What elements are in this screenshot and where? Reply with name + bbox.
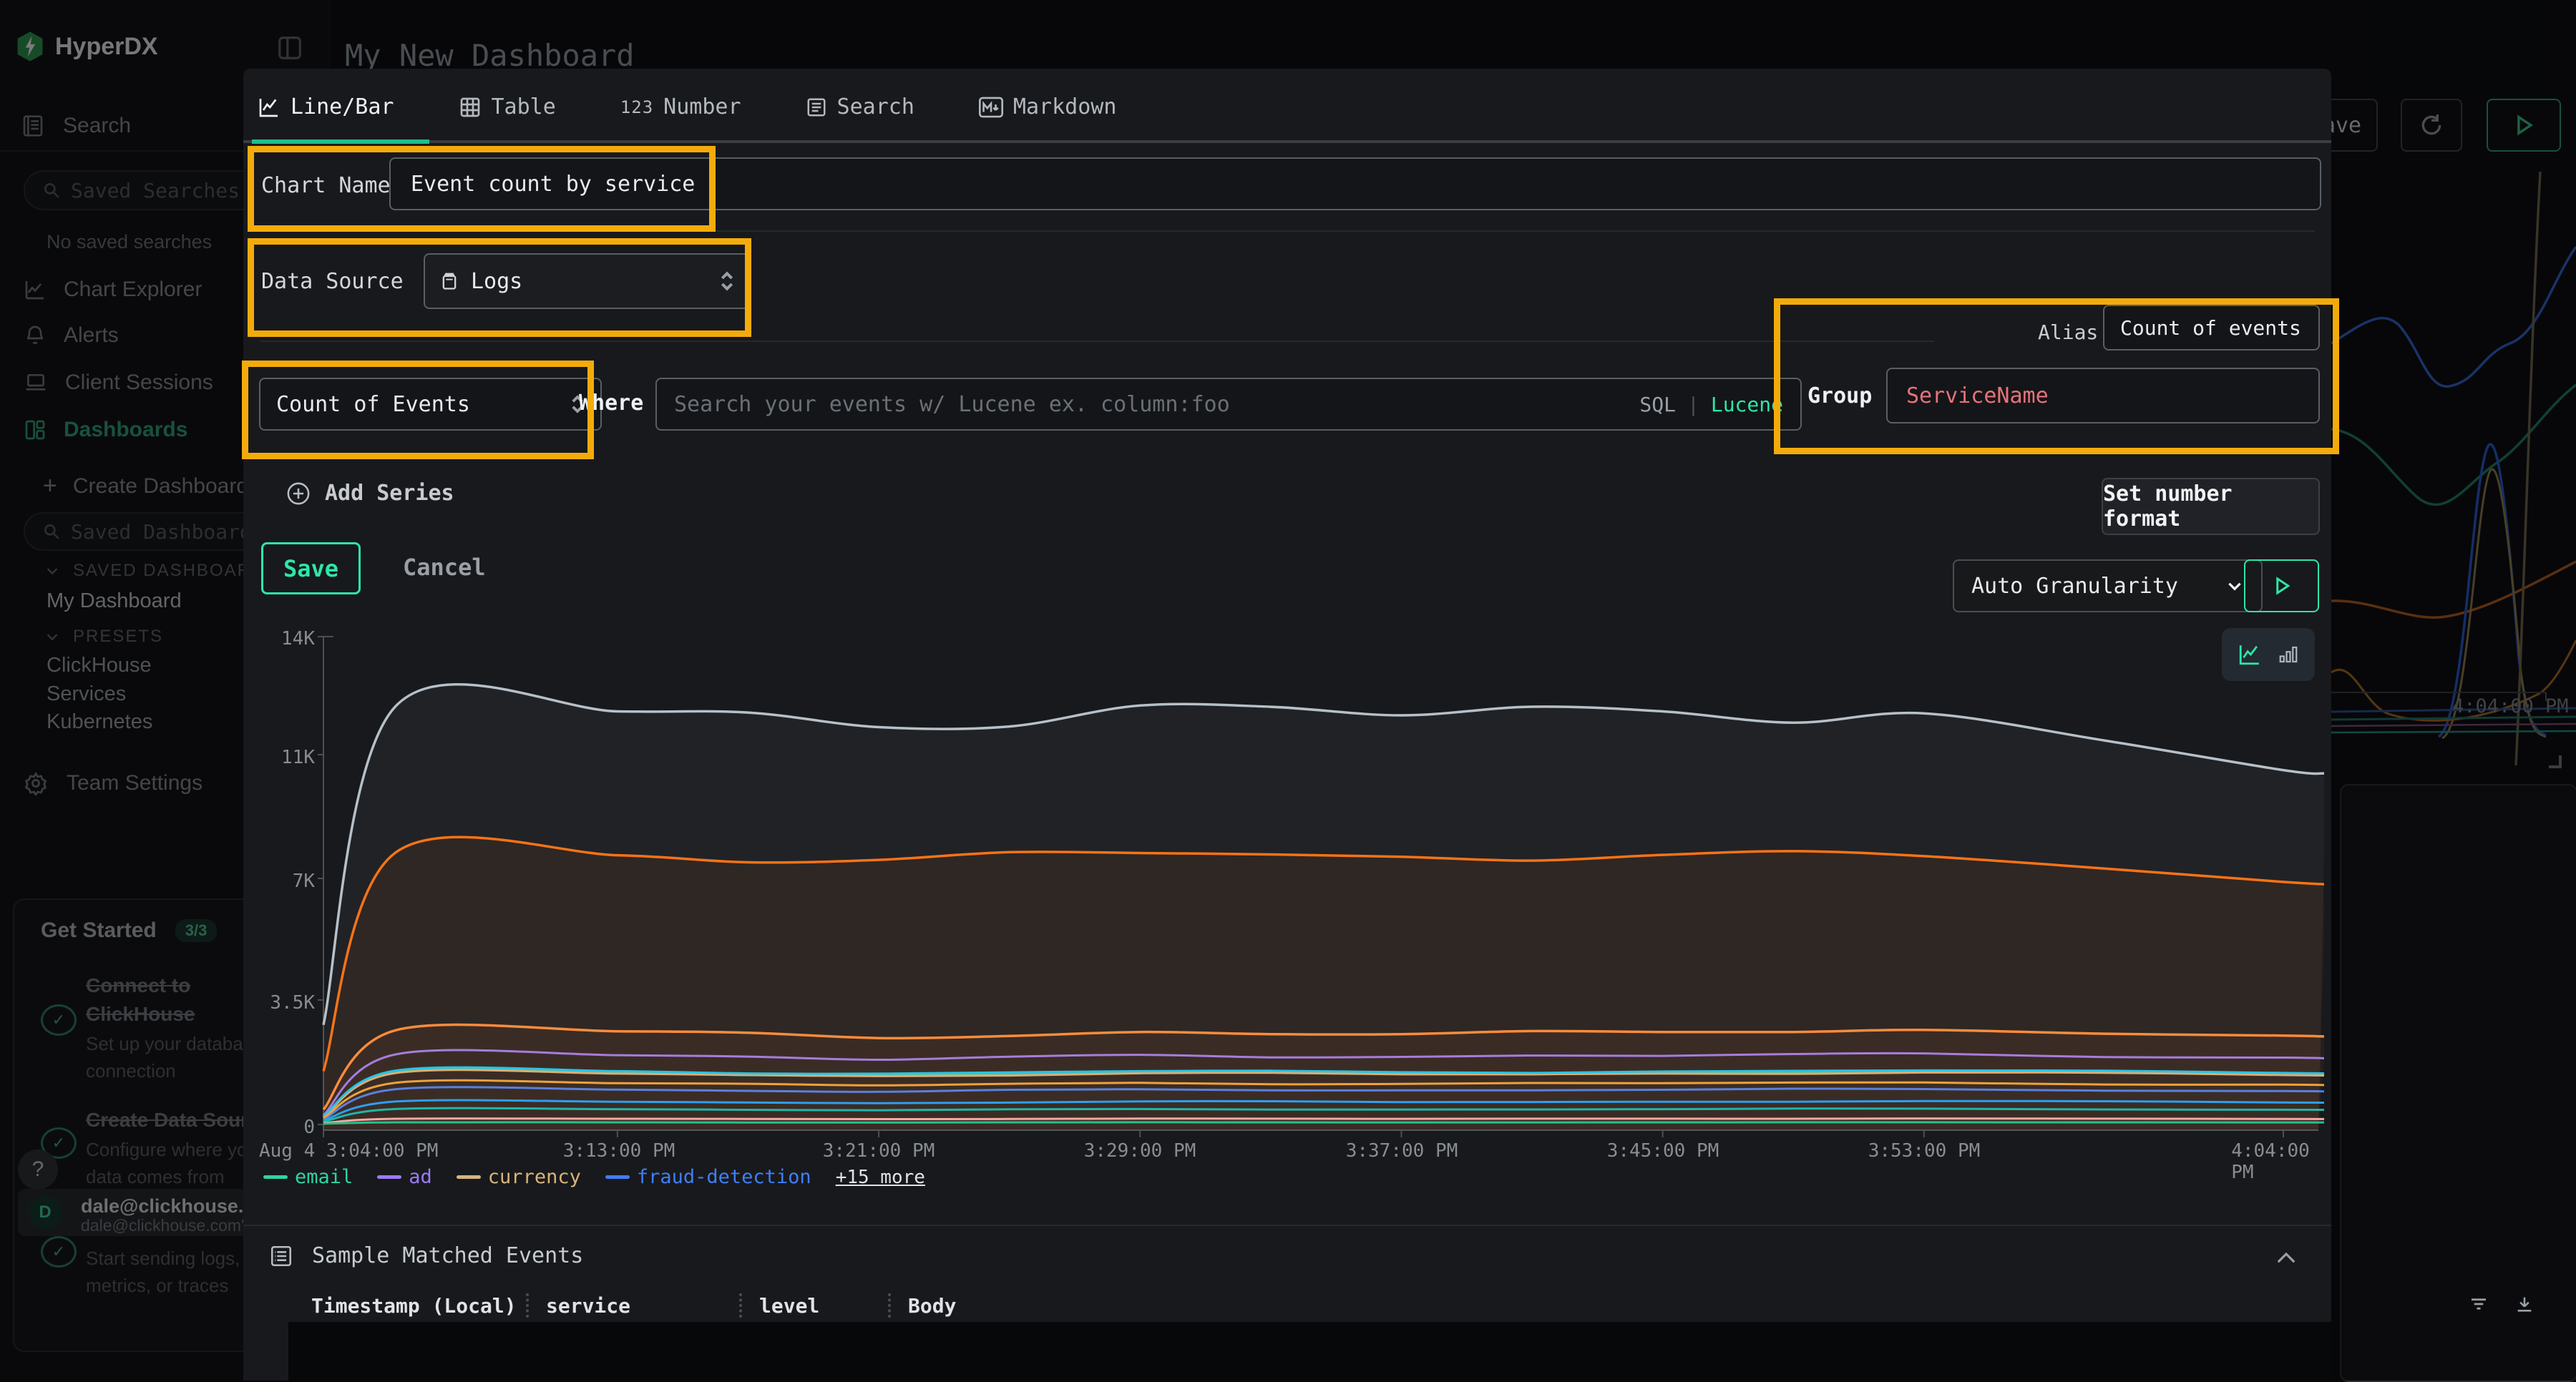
set-number-format-button[interactable]: Set number format xyxy=(2102,478,2320,535)
x-tick-label: 4:04:00 PM xyxy=(2231,1140,2310,1183)
tabs-underline xyxy=(243,140,2331,143)
tab-table[interactable]: Table xyxy=(459,94,556,119)
x-tick-label: Aug 4 3:04:00 PM xyxy=(259,1140,438,1162)
legend-item[interactable]: currency xyxy=(457,1166,581,1188)
legend-item[interactable]: email xyxy=(263,1166,353,1188)
chevron-down-icon xyxy=(2225,577,2244,595)
column-separator[interactable] xyxy=(526,1293,529,1318)
event-list-icon xyxy=(269,1244,293,1268)
section-divider xyxy=(260,340,1934,342)
collapse-chevron-icon[interactable] xyxy=(2275,1249,2297,1266)
highlight-chart-name xyxy=(248,146,716,232)
highlight-aggregation xyxy=(242,361,594,459)
column-header[interactable]: level xyxy=(759,1294,888,1318)
number-123-icon: 123 xyxy=(620,97,653,117)
where-placeholder: Search your events w/ Lucene ex. column:… xyxy=(674,392,1230,417)
lucene-toggle[interactable]: Lucene xyxy=(1711,393,1783,416)
add-series-button[interactable]: Add Series xyxy=(286,481,454,506)
tab-search[interactable]: Search xyxy=(806,94,914,119)
granularity-select[interactable]: Auto Granularity xyxy=(1953,559,2263,612)
highlight-data-source xyxy=(248,238,751,337)
x-tick-label: 3:29:00 PM xyxy=(1084,1140,1196,1162)
x-tick-label: 3:21:00 PM xyxy=(823,1140,935,1162)
y-tick-label: 7K xyxy=(250,871,315,892)
legend-swatch xyxy=(605,1175,630,1179)
x-tick-label: 3:13:00 PM xyxy=(563,1140,675,1162)
tab-markdown[interactable]: Markdown xyxy=(979,94,1117,119)
y-tick-label: 11K xyxy=(250,747,315,768)
active-tab-indicator xyxy=(252,139,429,144)
list-icon xyxy=(806,97,827,118)
chart-run-button[interactable] xyxy=(2244,559,2319,612)
legend-more-link[interactable]: +15 more xyxy=(836,1167,925,1188)
column-separator[interactable] xyxy=(888,1293,891,1318)
table-icon xyxy=(459,96,482,119)
column-header[interactable]: service xyxy=(546,1294,739,1318)
events-table-header: Timestamp (Local) service level Body xyxy=(311,1293,956,1318)
markdown-icon xyxy=(979,97,1003,118)
y-tick-label: 3.5K xyxy=(250,992,315,1014)
plus-circle-icon xyxy=(286,481,311,506)
line-chart-icon xyxy=(258,96,280,119)
x-tick-label: 3:45:00 PM xyxy=(1607,1140,1719,1162)
section-divider xyxy=(243,1225,2331,1226)
filter-lines-icon[interactable] xyxy=(2467,1293,2490,1315)
x-tick-label: 3:53:00 PM xyxy=(1868,1140,1981,1162)
y-tick-label: 0 xyxy=(250,1117,315,1138)
column-separator[interactable] xyxy=(739,1293,742,1318)
sql-toggle[interactable]: SQL xyxy=(1639,393,1676,416)
events-table-body[interactable] xyxy=(288,1322,2331,1381)
timeseries-chart[interactable] xyxy=(318,635,2324,1141)
column-header[interactable]: Body xyxy=(908,1294,956,1318)
legend-swatch xyxy=(263,1175,288,1179)
where-input[interactable]: Search your events w/ Lucene ex. column:… xyxy=(655,378,1802,431)
y-tick-label: 14K xyxy=(250,628,315,650)
highlight-alias-group-by xyxy=(1774,298,2339,454)
tab-number[interactable]: 123 Number xyxy=(620,94,741,119)
cancel-button[interactable]: Cancel xyxy=(403,554,486,581)
x-tick-label: 3:37:00 PM xyxy=(1346,1140,1458,1162)
legend-item[interactable]: fraud-detection xyxy=(605,1166,811,1188)
table-header-tools xyxy=(2467,1293,2534,1315)
legend-swatch xyxy=(457,1175,481,1179)
sample-events-header[interactable]: Sample Matched Events xyxy=(269,1243,583,1268)
column-header[interactable]: Timestamp (Local) xyxy=(311,1294,526,1318)
legend-swatch xyxy=(377,1175,401,1179)
legend-item[interactable]: ad xyxy=(377,1166,432,1188)
play-icon xyxy=(2271,575,2293,597)
save-button[interactable]: Save xyxy=(261,542,361,594)
tab-line-bar[interactable]: Line/Bar xyxy=(258,94,394,119)
download-icon[interactable] xyxy=(2514,1293,2534,1315)
chart-legend: email ad currency fraud-detection +15 mo… xyxy=(263,1166,925,1188)
